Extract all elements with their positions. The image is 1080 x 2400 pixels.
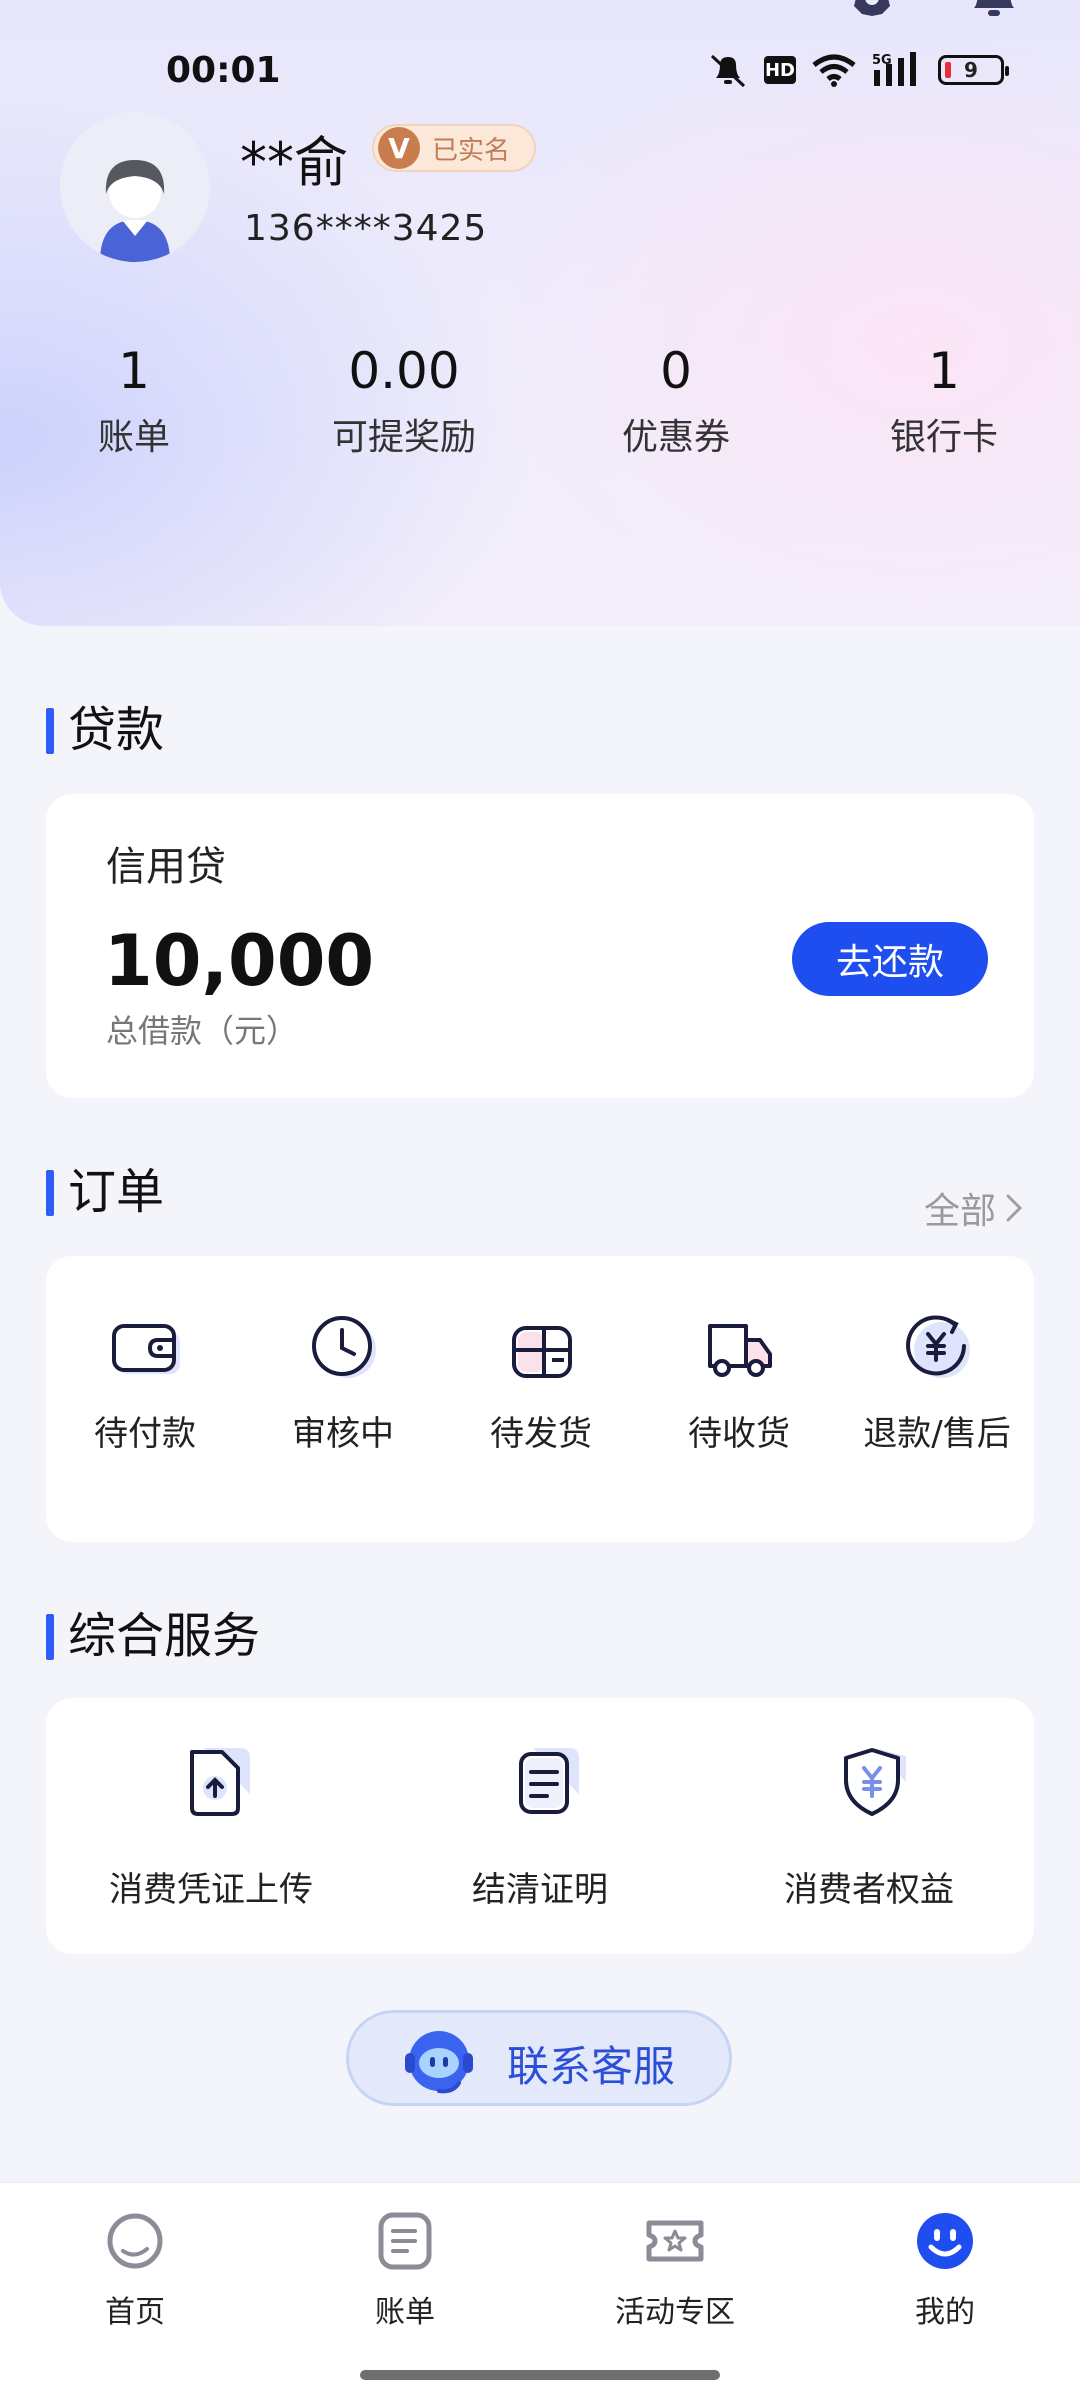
wallet-icon [112,1324,180,1374]
stat-label: 可提奖励 [331,417,476,458]
stat-value: 0.00 [348,342,460,400]
stat-value: 1 [928,342,960,400]
loan-amount-label: 总借款（元） [106,1012,299,1050]
stat-rewards[interactable]: 0.00 可提奖励 [284,336,524,468]
stat-bank-cards[interactable]: 1 银行卡 [824,336,1064,468]
avatar-person-icon [60,112,210,262]
stat-label: 优惠券 [621,417,730,458]
truck-icon [708,1324,772,1377]
stat-value: 1 [118,342,150,400]
service-label: 结清证明 [472,1870,608,1910]
section-title-orders: 订单 [46,1164,164,1220]
home-indicator[interactable] [360,2370,720,2380]
user-phone: 136****3425 [244,208,488,249]
tab-activities[interactable]: 活动专区 [540,2183,810,2343]
loan-amount: 10,000 [104,920,375,1002]
tab-bills[interactable]: 账单 [270,2183,540,2343]
order-label: 退款/售后 [863,1414,1011,1454]
status-icons: HD 5G 9 [708,50,1009,90]
tab-label: 活动专区 [615,2295,735,2330]
stat-label: 银行卡 [889,417,998,458]
verified-label: 已实名 [432,135,511,166]
order-label: 待付款 [94,1414,196,1454]
order-label: 待收货 [688,1414,790,1454]
verified-v-icon: V [378,127,420,169]
bill-icon [378,2212,432,2270]
loan-card[interactable]: 信用贷 10,000 总借款（元） 去还款 [46,794,1034,1098]
account-stats: 1 账单 0.00 可提奖励 0 优惠券 1 银行卡 [0,336,1080,466]
order-label: 审核中 [292,1414,394,1454]
tab-label: 首页 [105,2295,165,2330]
order-under-review[interactable]: 审核中 [244,1256,442,1542]
loan-product-title: 信用贷 [106,844,226,890]
app-screen: 00:01 HD 5G 9 **俞 V 已实名 136****3425 1 账单… [0,0,1080,2400]
status-time: 00:01 [166,50,281,91]
ticket-star-icon [646,2220,704,2262]
status-bar: 00:01 HD 5G 9 [0,0,1080,120]
service-receipt-upload[interactable]: 消费凭证上传 [46,1698,376,1954]
service-consumer-rights[interactable]: 消费者权益 [704,1698,1034,1954]
services-card: 消费凭证上传 结清证明 消费者权益 [46,1698,1034,1954]
order-pending-receipt[interactable]: 待收货 [640,1256,838,1542]
service-settlement-certificate[interactable]: 结清证明 [375,1698,705,1954]
view-all-label: 全部 [923,1191,996,1232]
battery-level: 9 [964,58,978,82]
bottom-tab-bar: 首页 账单 活动专区 我的 [0,2182,1080,2400]
section-title-loan: 贷款 [46,702,164,758]
tab-label: 我的 [915,2295,975,2330]
contact-label: 联系客服 [507,2042,676,2091]
tab-home[interactable]: 首页 [0,2183,270,2343]
orders-card: 待付款 审核中 待发货 待收货 退款/售后 [46,1256,1034,1542]
user-name: **俞 [240,131,348,194]
tab-label: 账单 [375,2295,435,2330]
package-icon [512,1326,572,1378]
stat-coupons[interactable]: 0 优惠券 [556,336,796,468]
verified-badge: V 已实名 [372,124,537,172]
wifi-icon [812,54,856,87]
refund-icon [906,1315,970,1378]
chevron-right-icon [1006,1194,1023,1222]
certificate-icon [519,1748,579,1814]
clock-icon [312,1316,376,1378]
mute-bell-icon [710,54,746,88]
smile-icon [917,2213,973,2269]
stat-value: 0 [660,342,692,400]
contact-customer-service-button[interactable]: 联系客服 [346,2010,732,2106]
service-label: 消费者权益 [784,1870,954,1910]
avatar[interactable] [60,112,210,262]
hd-badge: HD [764,56,796,84]
section-title-services: 综合服务 [46,1608,260,1664]
service-label: 消费凭证上传 [109,1870,313,1910]
view-all-orders-link[interactable]: 全部 [924,1182,1026,1234]
battery-indicator: 9 [938,55,1009,85]
signal-5g-icon: 5G [872,52,916,86]
home-icon [107,2213,163,2269]
shield-yuan-icon [844,1748,906,1816]
tab-mine[interactable]: 我的 [810,2183,1080,2343]
order-refund-aftersales[interactable]: 退款/售后 [838,1256,1036,1542]
repay-button[interactable]: 去还款 [792,922,988,996]
order-pending-shipment[interactable]: 待发货 [442,1256,640,1542]
customer-service-bot-icon [405,2031,473,2094]
order-label: 待发货 [490,1414,592,1454]
upload-document-icon [190,1748,250,1816]
stat-bills[interactable]: 1 账单 [14,336,254,468]
stat-label: 账单 [97,417,170,458]
order-pending-payment[interactable]: 待付款 [46,1256,244,1542]
